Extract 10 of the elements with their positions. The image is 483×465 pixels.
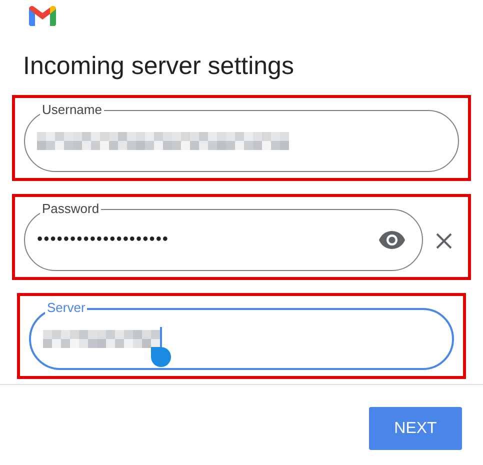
page-title: Incoming server settings — [22, 51, 295, 81]
field-label: Username — [40, 102, 104, 118]
eye-icon[interactable] — [378, 230, 406, 250]
cursor-handle[interactable] — [151, 347, 171, 367]
field-label: Password — [40, 201, 102, 217]
next-button[interactable]: NEXT — [369, 407, 462, 450]
mail-logo-icon — [29, 6, 56, 26]
close-icon[interactable] — [435, 232, 453, 250]
field-label: Server — [45, 300, 88, 316]
password-value: •••••••••••••••••••• — [37, 230, 170, 250]
